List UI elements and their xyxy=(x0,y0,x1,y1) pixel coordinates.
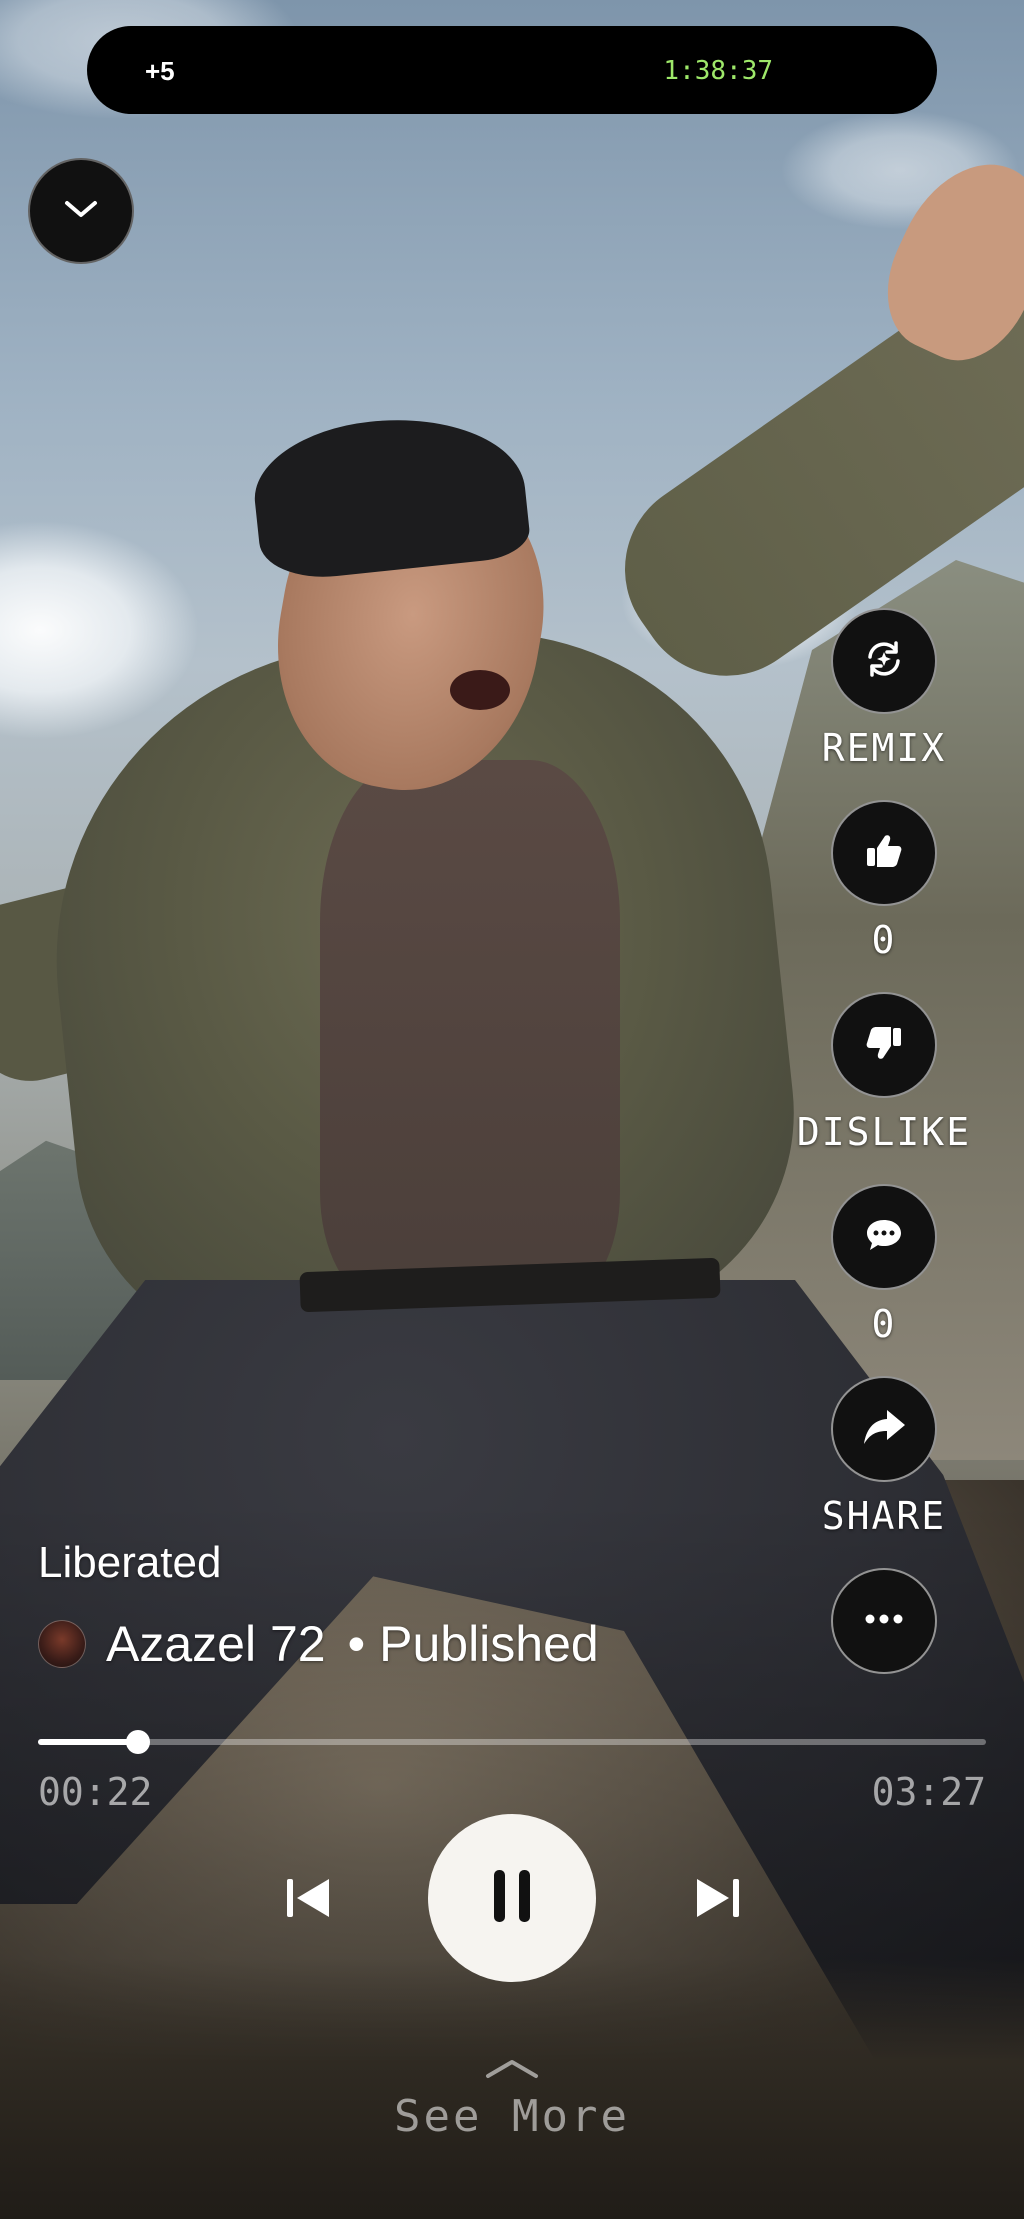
next-button[interactable] xyxy=(688,1870,748,1930)
artist-avatar[interactable] xyxy=(38,1620,86,1668)
chevron-up-icon xyxy=(0,2056,1024,2085)
artist-name[interactable]: Azazel 72 xyxy=(106,1615,326,1673)
remix-action: REMIX xyxy=(780,608,988,770)
comment-icon xyxy=(863,1214,905,1261)
like-count: 0 xyxy=(871,918,897,962)
remix-label: REMIX xyxy=(821,726,947,770)
see-more-label: See More xyxy=(394,2091,630,2142)
chevron-down-icon xyxy=(61,197,101,226)
previous-button[interactable] xyxy=(278,1870,338,1930)
more-action xyxy=(780,1568,988,1674)
comment-action: 0 xyxy=(780,1184,988,1346)
progress-bar[interactable] xyxy=(38,1730,986,1754)
more-options-button[interactable] xyxy=(831,1568,937,1674)
current-time: 00:22 xyxy=(38,1770,153,1814)
track-title: Liberated xyxy=(38,1538,222,1587)
skip-previous-icon xyxy=(283,1875,333,1926)
thumbs-down-icon xyxy=(863,1022,905,1069)
pause-icon xyxy=(490,1868,534,1929)
share-button[interactable] xyxy=(831,1376,937,1482)
publish-status: Published xyxy=(379,1616,599,1672)
progress-fill xyxy=(38,1739,139,1745)
comment-count: 0 xyxy=(871,1302,897,1346)
share-icon xyxy=(861,1406,907,1453)
share-action: SHARE xyxy=(780,1376,988,1538)
duration: 03:27 xyxy=(871,1770,986,1814)
thumbs-up-icon xyxy=(863,830,905,877)
like-button[interactable] xyxy=(831,800,937,906)
share-label: SHARE xyxy=(821,1494,947,1538)
remix-icon xyxy=(860,635,908,688)
dislike-button[interactable] xyxy=(831,992,937,1098)
see-more-toggle[interactable]: See More xyxy=(0,2056,1024,2142)
comment-button[interactable] xyxy=(831,1184,937,1290)
status-pill: +5 1:38:37 xyxy=(87,26,937,114)
remix-button[interactable] xyxy=(831,608,937,714)
like-action: 0 xyxy=(780,800,988,962)
separator-dot: • xyxy=(347,1616,366,1672)
skip-next-icon xyxy=(693,1875,743,1926)
status-timer: 1:38:37 xyxy=(663,56,773,86)
pause-button[interactable] xyxy=(428,1814,596,1982)
collapse-button[interactable] xyxy=(28,158,134,264)
status-left-text: +5 xyxy=(145,56,175,86)
dislike-action: DISLIKE xyxy=(780,992,988,1154)
dislike-label: DISLIKE xyxy=(796,1110,972,1154)
artist-row: Azazel 72 • Published xyxy=(38,1614,599,1674)
more-icon xyxy=(862,1612,906,1630)
